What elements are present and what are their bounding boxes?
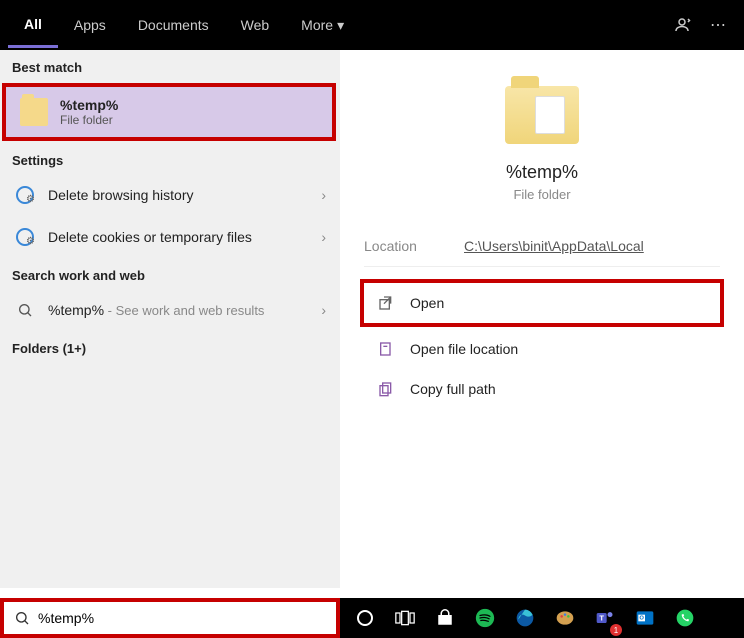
internet-options-icon [14, 184, 36, 206]
chevron-right-icon: › [321, 229, 326, 245]
best-match-subtitle: File folder [60, 113, 118, 127]
folder-large-icon [505, 86, 579, 144]
location-row: Location C:\Users\binit\AppData\Local [364, 226, 720, 267]
svg-text:O: O [639, 616, 644, 622]
settings-item-history[interactable]: Delete browsing history › [0, 174, 340, 216]
preview-subtitle: File folder [513, 187, 570, 202]
search-tabs: All Apps Documents Web More ▾ ⋯ [0, 0, 744, 50]
tab-apps[interactable]: Apps [58, 4, 122, 46]
action-copy-path[interactable]: Copy full path [364, 369, 720, 409]
teams-icon[interactable]: T 1 [586, 602, 624, 634]
search-input[interactable] [38, 610, 326, 626]
preview-title: %temp% [506, 162, 578, 183]
chevron-right-icon: › [321, 187, 326, 203]
svg-text:T: T [599, 614, 604, 623]
open-icon [376, 293, 396, 313]
folder-icon [20, 98, 48, 126]
whatsapp-icon[interactable] [666, 602, 704, 634]
tab-web[interactable]: Web [225, 4, 286, 46]
search-input-container[interactable] [0, 598, 340, 638]
edge-icon[interactable] [506, 602, 544, 634]
tab-documents[interactable]: Documents [122, 4, 225, 46]
outlook-icon[interactable]: O [626, 602, 664, 634]
search-icon [14, 299, 36, 321]
action-open[interactable]: Open [360, 279, 724, 327]
settings-label: Settings [0, 143, 340, 174]
taskbar: T 1 O [340, 598, 744, 638]
more-options-icon[interactable]: ⋯ [700, 7, 736, 43]
feedback-icon[interactable] [664, 7, 700, 43]
best-match-title: %temp% [60, 97, 118, 113]
internet-options-icon [14, 226, 36, 248]
tab-all[interactable]: All [8, 3, 58, 48]
chevron-right-icon: › [321, 302, 326, 318]
chevron-down-icon: ▾ [337, 17, 344, 34]
web-result-suffix: - See work and web results [104, 303, 264, 318]
settings-item-cookies[interactable]: Delete cookies or temporary files › [0, 216, 340, 258]
preview-panel: %temp% File folder Location C:\Users\bin… [340, 50, 744, 588]
notification-badge: 1 [610, 624, 622, 636]
search-web-label: Search work and web [0, 258, 340, 289]
best-match-result[interactable]: %temp% File folder [2, 83, 336, 141]
cortana-icon[interactable] [346, 602, 384, 634]
taskview-icon[interactable] [386, 602, 424, 634]
web-result-query: %temp% [48, 302, 104, 318]
action-open-location[interactable]: Open file location [364, 329, 720, 369]
web-result-item[interactable]: %temp% - See work and web results › [0, 289, 340, 331]
location-value[interactable]: C:\Users\binit\AppData\Local [464, 238, 644, 254]
tab-more[interactable]: More ▾ [285, 4, 360, 47]
copy-icon [376, 379, 396, 399]
folder-location-icon [376, 339, 396, 359]
spotify-icon[interactable] [466, 602, 504, 634]
best-match-label: Best match [0, 50, 340, 81]
search-icon [14, 610, 30, 626]
paint-icon[interactable] [546, 602, 584, 634]
location-label: Location [364, 238, 464, 254]
folders-label: Folders (1+) [0, 331, 340, 362]
store-icon[interactable] [426, 602, 464, 634]
results-panel: Best match %temp% File folder Settings D… [0, 50, 340, 588]
